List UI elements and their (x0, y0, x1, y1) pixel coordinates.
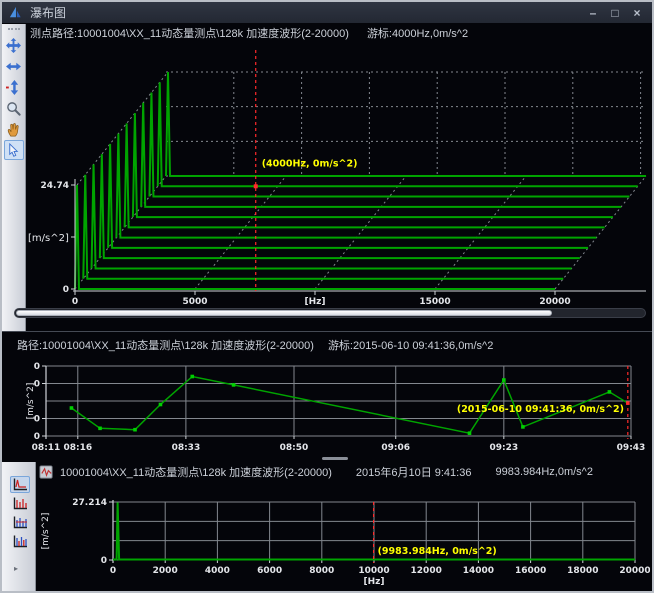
window-title: 瀑布图 (30, 4, 66, 21)
toolbar-grip[interactable] (8, 28, 20, 30)
svg-text:0: 0 (110, 566, 116, 576)
svg-text:2000: 2000 (153, 566, 178, 576)
svg-text:27.214: 27.214 (72, 498, 107, 508)
spectrum-file-icon (39, 465, 55, 480)
svg-text:0: 0 (34, 362, 40, 372)
svg-text:09:43: 09:43 (617, 443, 646, 453)
svg-text:[Hz]: [Hz] (305, 297, 326, 307)
section-divider (2, 331, 652, 332)
svg-text:08:50: 08:50 (280, 443, 309, 453)
svg-text:18000: 18000 (567, 566, 598, 576)
maximize-button[interactable]: □ (606, 6, 624, 20)
pan-move-icon[interactable] (4, 35, 24, 55)
svg-text:[m/s^2]: [m/s^2] (41, 513, 51, 550)
svg-text:8000: 8000 (309, 566, 334, 576)
svg-text:0: 0 (34, 432, 40, 442)
spectrum-datetime-label: 2015年6月10日 9:41:36 (356, 464, 472, 480)
svg-text:(4000Hz, 0m/s^2): (4000Hz, 0m/s^2) (262, 158, 358, 169)
svg-text:0: 0 (63, 285, 69, 295)
svg-text:[Hz]: [Hz] (364, 577, 385, 587)
svg-text:0: 0 (72, 297, 78, 307)
svg-text:12000: 12000 (411, 566, 442, 576)
plot-type-blue-bars-icon[interactable] (10, 514, 30, 531)
svg-text:[m/s^2]: [m/s^2] (28, 233, 69, 244)
waterfall-scrollbar[interactable] (14, 308, 646, 318)
scrollbar-thumb[interactable] (16, 310, 552, 316)
waterfall-chart[interactable]: 0 24.74 [m/s^2] 0 5000 [Hz] 15000 20000 (4000Hz,… (26, 42, 648, 308)
plot-type-red-bars-icon[interactable] (10, 495, 30, 512)
spectrum-path-label: 10001004\XX_11动态量测点\128k 加速度波形(2-20000) (60, 464, 332, 480)
svg-text:[m/s^2]: [m/s^2] (26, 383, 36, 420)
svg-text:4000: 4000 (205, 566, 230, 576)
spectrum-cursor-label: 9983.984Hz,0m/s^2 (495, 466, 593, 478)
vertical-zoom-icon[interactable] (4, 77, 24, 97)
waterfall-path-label: 测点路径:10001004\XX_11动态量测点\128k 加速度波形(2-20… (30, 25, 349, 41)
spectrum-header: 10001004\XX_11动态量测点\128k 加速度波形(2-20000) … (39, 464, 593, 480)
spectrum-toolbar: ▸ (2, 462, 36, 591)
left-toolbar (2, 24, 26, 332)
svg-text:14000: 14000 (463, 566, 494, 576)
waterfall-window: 瀑布图 – □ × (0, 0, 654, 593)
svg-text:0: 0 (101, 556, 107, 566)
trend-path-label: 路径:10001004\XX_11动态量测点\128k 加速度波形(2-2000… (17, 337, 314, 353)
svg-text:(9983.984Hz, 0m/s^2): (9983.984Hz, 0m/s^2) (378, 546, 497, 557)
svg-text:6000: 6000 (257, 566, 282, 576)
svg-text:24.74: 24.74 (41, 181, 69, 191)
svg-text:10000: 10000 (358, 566, 389, 576)
toolbar-overflow-icon[interactable]: ▸ (14, 564, 35, 573)
magnifier-icon[interactable] (4, 98, 24, 118)
minimize-button[interactable]: – (584, 6, 602, 20)
svg-text:20000: 20000 (619, 566, 650, 576)
plot-type-line-icon[interactable] (10, 476, 30, 493)
spectrum-chart[interactable]: 27.214 0 [m/s^2] (9983.984Hz, 0m/s^2) 0 2000 4… (36, 483, 650, 587)
horizontal-zoom-icon[interactable] (4, 56, 24, 76)
trend-cursor-label: 游标:2015-06-10 09:41:36,0m/s^2 (328, 337, 493, 353)
svg-text:20000: 20000 (539, 297, 570, 307)
svg-text:09:06: 09:06 (381, 443, 410, 453)
svg-text:08:33: 08:33 (172, 443, 201, 453)
svg-text:15000: 15000 (419, 297, 450, 307)
select-cursor-icon[interactable] (4, 140, 24, 160)
svg-text:(2015-06-10 09:41:36, 0m/s^2): (2015-06-10 09:41:36, 0m/s^2) (457, 404, 624, 415)
plot-type-mixed-bars-icon[interactable] (10, 533, 30, 550)
svg-text:09:23: 09:23 (489, 443, 518, 453)
hand-pan-icon[interactable] (4, 119, 24, 139)
splitter-handle[interactable] (322, 457, 348, 460)
app-logo-icon (8, 5, 24, 21)
titlebar[interactable]: 瀑布图 – □ × (2, 2, 652, 23)
trend-header: 路径:10001004\XX_11动态量测点\128k 加速度波形(2-2000… (17, 338, 493, 352)
trend-chart[interactable]: 0000[m/s^2](2015-06-10 09:41:36, 0m/s^2)… (2, 354, 650, 460)
svg-text:08:16: 08:16 (63, 443, 92, 453)
close-button[interactable]: × (628, 6, 646, 20)
waterfall-cursor-label: 游标:4000Hz,0m/s^2 (367, 25, 468, 41)
svg-text:5000: 5000 (182, 297, 207, 307)
waterfall-header: 测点路径:10001004\XX_11动态量测点\128k 加速度波形(2-20… (30, 26, 468, 40)
svg-text:08:11: 08:11 (32, 443, 61, 453)
svg-text:16000: 16000 (515, 566, 546, 576)
